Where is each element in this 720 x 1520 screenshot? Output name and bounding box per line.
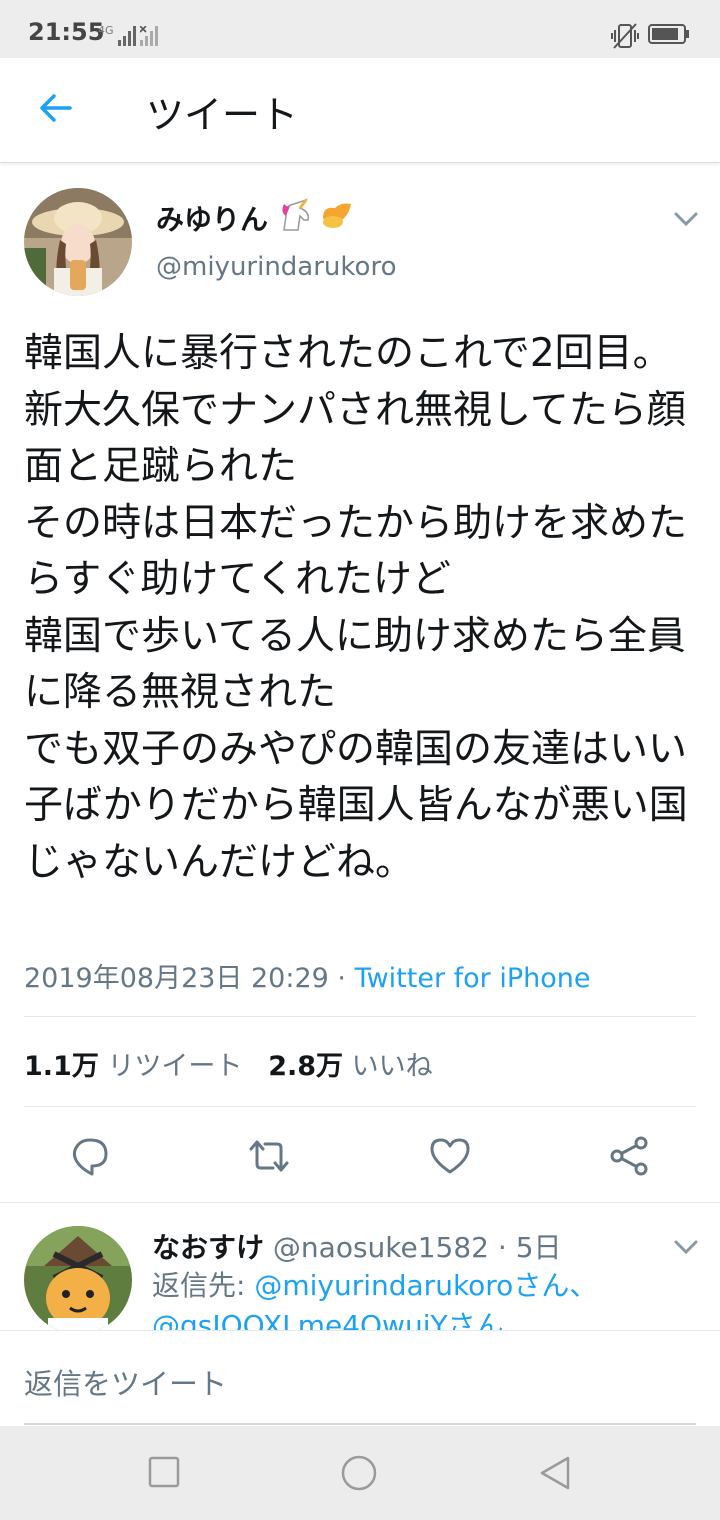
tweet-stats: 1.1万 リツイート 2.8万 いいね — [24, 1044, 433, 1083]
recents-icon[interactable] — [148, 1456, 180, 1488]
retweets-count: 1.1万 — [24, 1051, 99, 1082]
replying-to: 返信先: @miyurindarukoroさん、 @gsJOOXLme4Qwui… — [152, 1266, 712, 1330]
likes-stat[interactable]: 2.8万 いいね — [268, 1051, 432, 1082]
reply-author-name[interactable]: なおすけ — [152, 1231, 264, 1264]
divider — [24, 1106, 696, 1107]
like-heart-icon[interactable] — [428, 1134, 472, 1178]
name-emoji-group — [276, 198, 355, 236]
back-arrow-icon[interactable] — [36, 88, 76, 128]
input-underline — [24, 1423, 696, 1425]
mention-link[interactable]: @gsJOOXLme4QwuiYさん — [152, 1309, 504, 1330]
page-title: ツイート — [146, 93, 299, 137]
top-app-bar: ツイート — [0, 58, 720, 163]
divider — [0, 1202, 720, 1203]
status-bar: 21:55 4G — [0, 0, 720, 58]
home-icon[interactable] — [340, 1454, 378, 1492]
signal-icon — [118, 26, 136, 46]
system-nav-bar — [0, 1426, 720, 1520]
likes-count: 2.8万 — [268, 1051, 344, 1082]
chevron-down-icon[interactable] — [672, 1236, 700, 1256]
battery-icon — [648, 24, 689, 44]
vibrate-icon — [611, 23, 639, 49]
author-handle[interactable]: @miyurindarukoro — [156, 252, 396, 282]
back-triangle-icon[interactable] — [538, 1454, 572, 1492]
chevron-down-icon[interactable] — [672, 208, 700, 228]
share-icon[interactable] — [607, 1134, 651, 1178]
reply-composer[interactable]: 返信をツイート — [0, 1330, 720, 1427]
author-display-name[interactable]: みゆりん — [156, 198, 268, 238]
mention-link[interactable]: @miyurindarukoroさん、 — [254, 1269, 597, 1302]
reply-author-avatar[interactable] — [24, 1226, 132, 1334]
retweets-stat[interactable]: 1.1万 リツイート — [24, 1051, 242, 1082]
tweet-source-link[interactable]: Twitter for iPhone — [355, 963, 591, 994]
likes-label: いいね — [351, 1051, 433, 1082]
status-time: 21:55 — [28, 18, 105, 46]
unicorn-icon — [282, 198, 310, 231]
reply-author-handle[interactable]: @naosuke1582 · 5日 — [273, 1231, 562, 1264]
divider — [24, 1016, 696, 1017]
tweet-timestamp: 2019年08月23日 20:29 · — [24, 963, 355, 994]
tweet-meta: 2019年08月23日 20:29 · Twitter for iPhone — [24, 956, 591, 995]
retweet-icon[interactable] — [247, 1134, 291, 1178]
tweet-text: 韓国人に暴行されたのこれで2回目。 新大久保でナンパされ無視してたら顔面と足蹴ら… — [24, 331, 688, 885]
replying-to-label: 返信先: — [152, 1269, 255, 1302]
signal-no-service-icon — [140, 26, 158, 46]
retweets-label: リツイート — [107, 1051, 243, 1082]
network-type: 4G — [98, 24, 114, 37]
reply-input[interactable]: 返信をツイート — [24, 1361, 227, 1403]
orange-heart-icon — [323, 203, 352, 228]
reply-icon[interactable] — [68, 1134, 112, 1178]
author-avatar[interactable] — [24, 188, 132, 296]
reply-header: なおすけ @naosuke1582 · 5日 — [152, 1226, 562, 1266]
